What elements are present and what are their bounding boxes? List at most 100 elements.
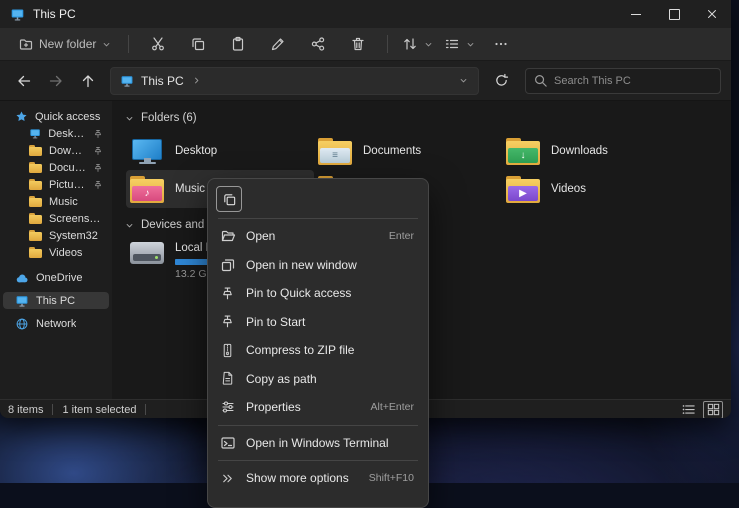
more-options-button[interactable] — [482, 31, 520, 57]
status-divider — [145, 404, 146, 415]
details-view-toggle[interactable] — [679, 402, 697, 418]
back-button[interactable] — [10, 67, 38, 95]
address-dropdown-icon[interactable] — [458, 75, 469, 86]
menu-item-label: Open in new window — [246, 258, 396, 272]
share-button[interactable] — [299, 31, 337, 57]
menu-item-label: Open in Windows Terminal — [246, 436, 396, 450]
folder-tile-desktop[interactable]: Desktop — [126, 132, 314, 170]
rename-icon — [270, 36, 286, 52]
folders-section-label: Folders (6) — [141, 112, 197, 124]
this-pc-icon — [120, 74, 134, 88]
cut-button[interactable] — [139, 31, 177, 57]
copy-icon — [190, 36, 206, 52]
menu-item-show-more-options[interactable]: Show more options Shift+F10 — [212, 464, 424, 493]
view-button[interactable] — [440, 31, 480, 57]
sidebar-item-network[interactable]: Network — [3, 315, 109, 332]
navigation-pane: Quick access Desktop Downloads Documents… — [0, 101, 112, 399]
paste-icon — [230, 36, 246, 52]
folder-tile-documents[interactable]: ≡ Documents — [314, 132, 502, 170]
sidebar-item-label: OneDrive — [36, 272, 82, 284]
sidebar-item-label: Desktop — [48, 128, 86, 140]
menu-item-pin-to-start[interactable]: Pin to Start — [212, 308, 424, 337]
desktop-folder-icon — [130, 138, 164, 165]
delete-button[interactable] — [339, 31, 377, 57]
maximize-icon — [669, 9, 680, 20]
copy-button[interactable] — [179, 31, 217, 57]
zip-icon — [220, 343, 236, 358]
close-button[interactable] — [693, 0, 731, 28]
minimize-button[interactable] — [617, 0, 655, 28]
chevron-down-icon — [124, 220, 135, 231]
folder-icon — [29, 145, 42, 156]
pin-icon — [93, 180, 103, 190]
menu-item-pin-to-quick-access[interactable]: Pin to Quick access — [212, 279, 424, 308]
sidebar-item-quick-access[interactable]: Quick access — [3, 108, 109, 125]
paste-button[interactable] — [219, 31, 257, 57]
music-folder-icon: ♪ — [130, 176, 164, 203]
breadcrumb[interactable]: This PC — [110, 67, 479, 95]
sidebar-item-screenshots[interactable]: Screenshots — [3, 210, 109, 227]
desktop-wallpaper[interactable]: { "colors": { "accent_blue": "#2f88d8", … — [0, 0, 739, 483]
scissors-icon — [150, 36, 166, 52]
documents-folder-icon: ≡ — [318, 138, 352, 165]
folder-icon — [29, 247, 42, 258]
rename-button[interactable] — [259, 31, 297, 57]
up-button[interactable] — [74, 67, 102, 95]
sidebar-item-label: Documents — [49, 162, 86, 174]
new-folder-label: New folder — [39, 37, 96, 51]
search-input[interactable] — [525, 68, 721, 94]
sidebar-item-label: Videos — [49, 247, 82, 259]
menu-item-label: Compress to ZIP file — [246, 343, 396, 357]
forward-button[interactable] — [42, 67, 70, 95]
folder-icon — [29, 196, 42, 207]
search-box — [525, 68, 721, 94]
sort-button[interactable] — [398, 31, 438, 57]
pin-icon — [220, 314, 236, 329]
maximize-button[interactable] — [655, 0, 693, 28]
sidebar-item-system32[interactable]: System32 — [3, 227, 109, 244]
breadcrumb-root[interactable]: This PC — [141, 74, 184, 88]
sidebar-item-onedrive[interactable]: OneDrive — [3, 269, 109, 286]
sort-icon — [402, 36, 418, 52]
sidebar-item-documents[interactable]: Documents — [3, 159, 109, 176]
close-icon — [705, 7, 719, 21]
menu-item-open[interactable]: Open Enter — [212, 222, 424, 251]
copy-quick-action-button[interactable] — [216, 186, 242, 212]
menu-item-label: Pin to Start — [246, 315, 396, 329]
sidebar-item-music[interactable]: Music — [3, 193, 109, 210]
menu-item-compress-to-zip[interactable]: Compress to ZIP file — [212, 336, 424, 365]
chevron-down-icon — [465, 39, 476, 50]
menu-item-properties[interactable]: Properties Alt+Enter — [212, 393, 424, 422]
sidebar-item-desktop[interactable]: Desktop — [3, 125, 109, 142]
sidebar-item-label: Music — [49, 196, 78, 208]
folder-icon — [29, 213, 42, 224]
back-arrow-icon — [16, 73, 32, 89]
copy-path-icon — [220, 371, 236, 386]
sidebar-item-videos[interactable]: Videos — [3, 244, 109, 261]
sidebar-item-pictures[interactable]: Pictures — [3, 176, 109, 193]
toolbar-separator — [387, 35, 388, 53]
sidebar-item-this-pc[interactable]: This PC — [3, 292, 109, 309]
folder-tile-label: Music — [175, 183, 205, 195]
sidebar-item-downloads[interactable]: Downloads — [3, 142, 109, 159]
titlebar: This PC — [0, 0, 731, 28]
pin-icon — [93, 163, 103, 173]
folder-tile-downloads[interactable]: ↓ Downloads — [502, 132, 690, 170]
folder-tile-label: Videos — [551, 183, 586, 195]
menu-item-label: Open — [246, 229, 371, 243]
sidebar-item-label: Quick access — [35, 111, 100, 123]
menu-item-open-in-new-window[interactable]: Open in new window — [212, 251, 424, 280]
menu-item-copy-as-path[interactable]: Copy as path — [212, 365, 424, 394]
menu-item-shortcut: Alt+Enter — [363, 401, 414, 413]
new-folder-button[interactable]: New folder — [12, 31, 118, 57]
folders-section-header[interactable]: Folders (6) — [122, 109, 731, 127]
folder-tile-videos[interactable]: ▶ Videos — [502, 170, 690, 208]
monitor-icon — [29, 127, 41, 140]
large-icons-view-toggle[interactable] — [703, 401, 723, 419]
terminal-icon — [220, 435, 236, 451]
menu-item-open-in-windows-terminal[interactable]: Open in Windows Terminal — [212, 429, 424, 458]
menu-separator — [218, 425, 418, 426]
chevron-right-icon[interactable] — [191, 75, 202, 86]
folder-tile-label: Desktop — [175, 145, 217, 157]
refresh-button[interactable] — [487, 67, 515, 95]
